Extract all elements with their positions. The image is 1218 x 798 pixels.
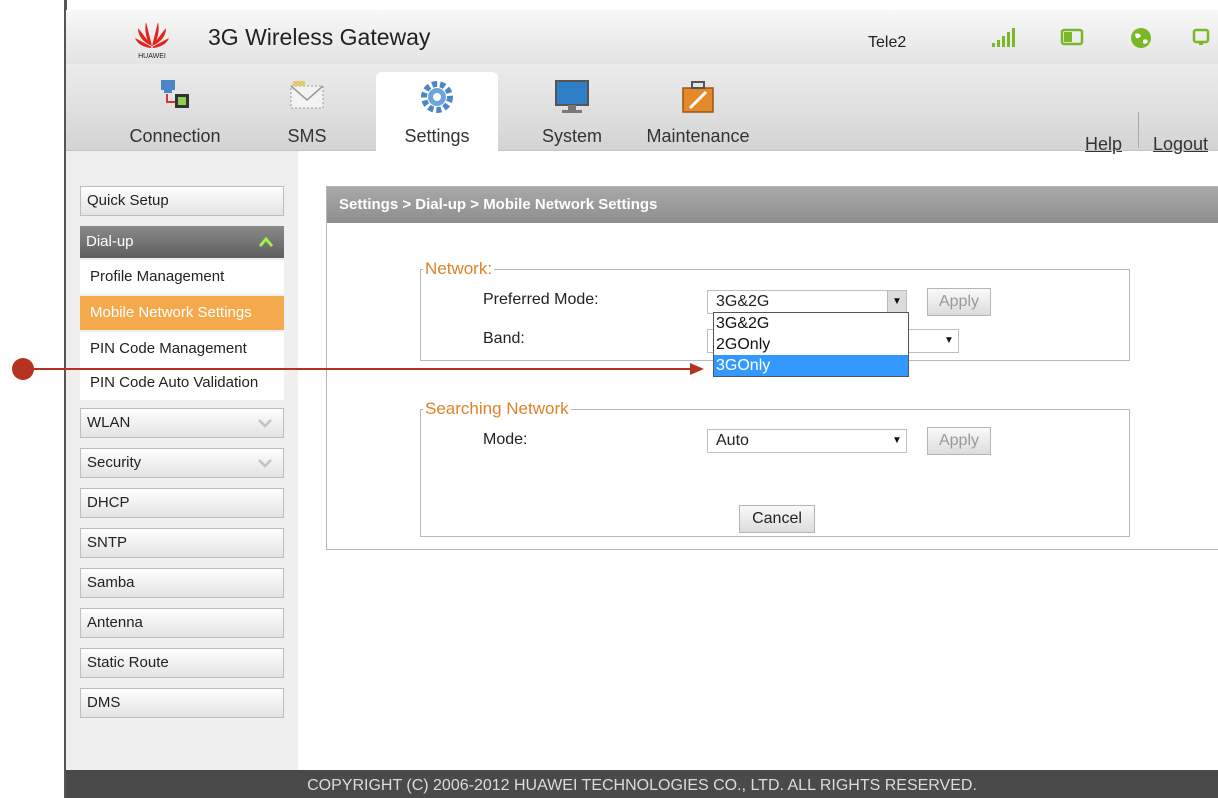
annotation-arrow (34, 363, 704, 375)
